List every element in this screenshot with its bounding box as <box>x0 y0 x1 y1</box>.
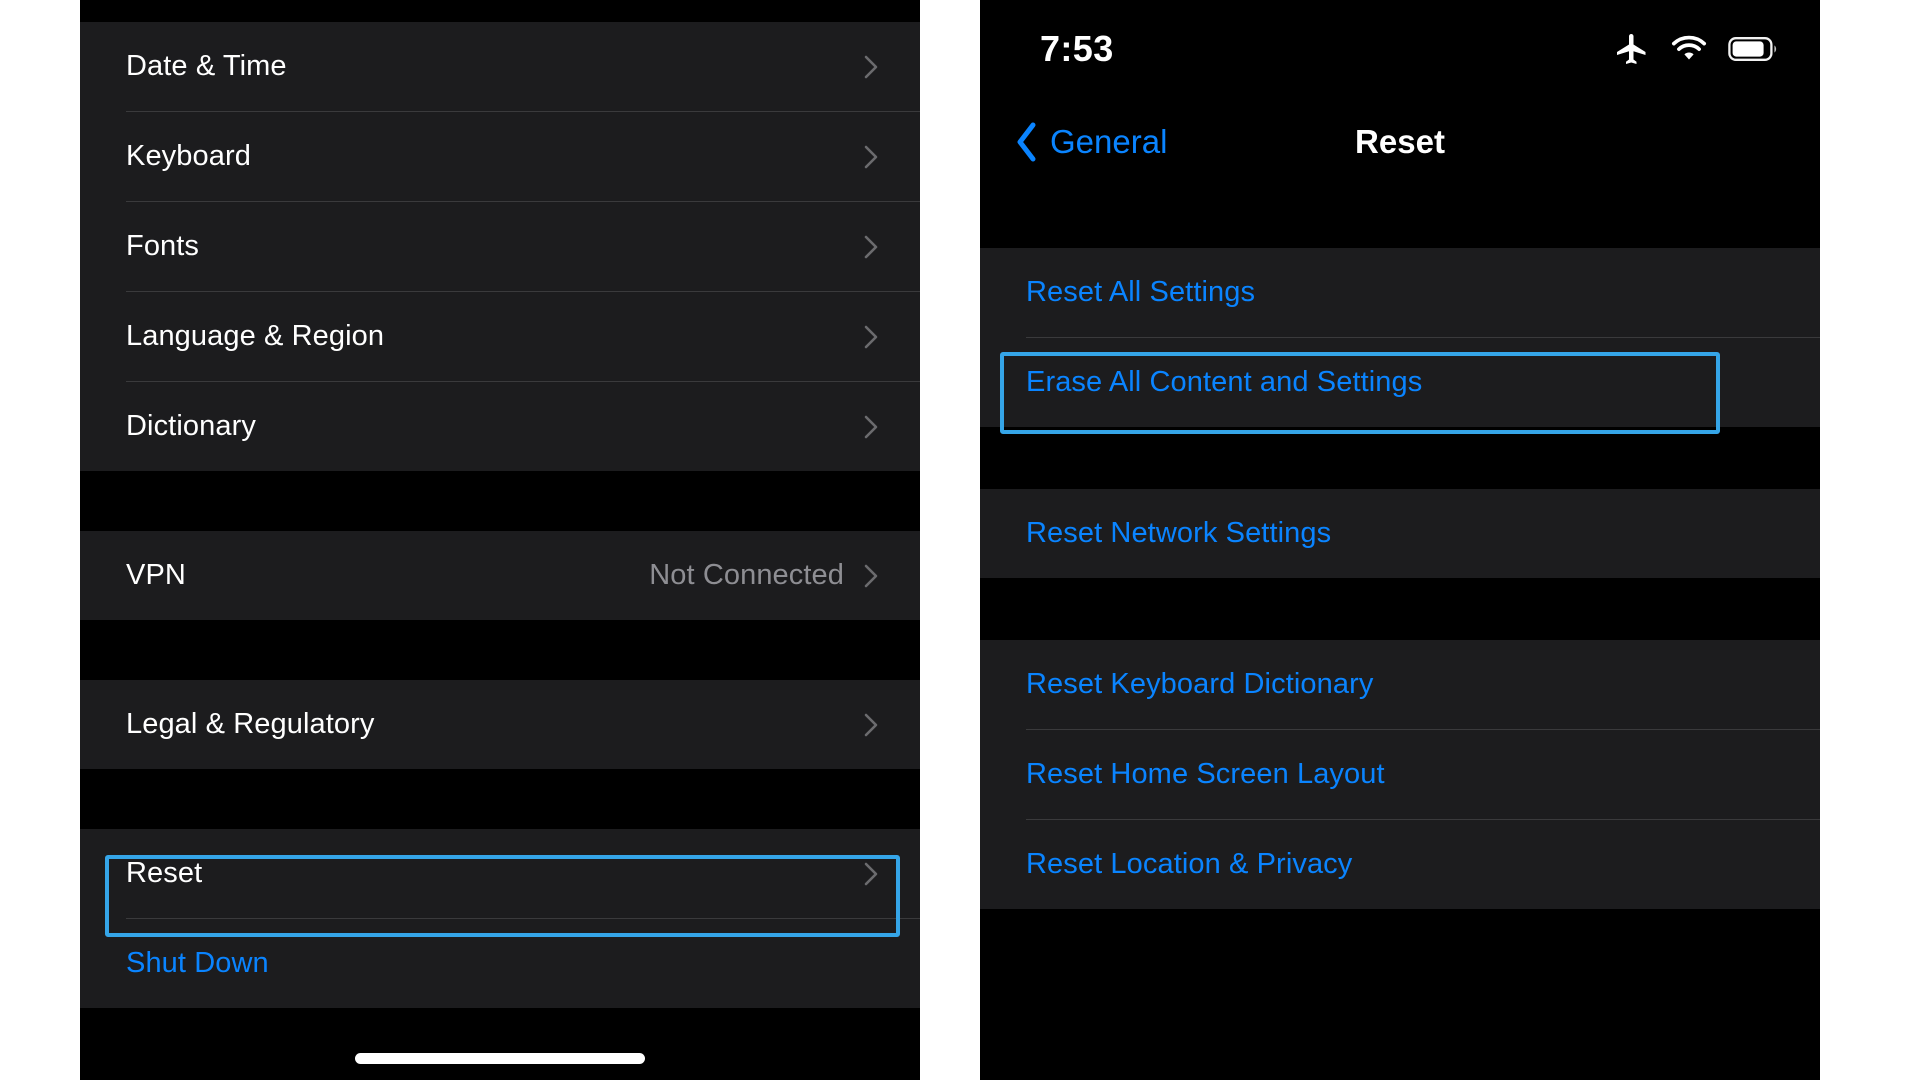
legal-group: Legal & Regulatory <box>80 680 920 769</box>
chevron-right-icon <box>858 234 884 260</box>
chevron-right-icon <box>858 861 884 887</box>
row-label: Dictionary <box>126 410 256 442</box>
row-erase-all-content-and-settings[interactable]: Erase All Content and Settings <box>980 338 1820 427</box>
status-bar-icons <box>1614 31 1780 67</box>
row-shut-down[interactable]: Shut Down <box>80 919 920 1008</box>
row-language-and-region[interactable]: Language & Region <box>80 292 920 381</box>
row-reset-location-and-privacy[interactable]: Reset Location & Privacy <box>980 820 1820 909</box>
group-gap <box>80 769 920 829</box>
row-vpn[interactable]: VPN Not Connected <box>80 531 920 620</box>
nav-bar: General Reset <box>980 98 1820 186</box>
chevron-left-icon <box>1014 121 1050 163</box>
row-label: Reset Keyboard Dictionary <box>1026 668 1374 700</box>
row-label: Fonts <box>126 230 200 262</box>
row-date-and-time[interactable]: Date & Time <box>80 22 920 111</box>
row-label: Date & Time <box>126 50 287 82</box>
battery-icon <box>1728 35 1780 63</box>
back-button-general[interactable]: General <box>1014 121 1167 163</box>
status-bar-clock: 7:53 <box>1040 28 1114 69</box>
group-gap <box>980 578 1820 640</box>
reset-network-group: Reset Network Settings <box>980 489 1820 578</box>
home-indicator-area <box>80 1008 920 1080</box>
group-gap <box>80 620 920 680</box>
row-label: Reset Home Screen Layout <box>1026 758 1385 790</box>
localization-group: Date & Time Keyboard Fonts Language & Re… <box>80 22 920 471</box>
row-label: VPN <box>126 559 186 591</box>
row-legal-and-regulatory[interactable]: Legal & Regulatory <box>80 680 920 769</box>
status-bar: 7:53 <box>980 0 1820 98</box>
screenshot-canvas: Date & Time Keyboard Fonts Language & Re… <box>0 0 1920 1080</box>
row-reset-home-screen-layout[interactable]: Reset Home Screen Layout <box>980 730 1820 819</box>
row-dictionary[interactable]: Dictionary <box>80 382 920 471</box>
chevron-right-icon <box>858 563 884 589</box>
row-reset-all-settings[interactable]: Reset All Settings <box>980 248 1820 337</box>
reset-misc-group: Reset Keyboard Dictionary Reset Home Scr… <box>980 640 1820 909</box>
reset-group: Reset Shut Down <box>80 829 920 1008</box>
row-reset-network-settings[interactable]: Reset Network Settings <box>980 489 1820 578</box>
airplane-mode-icon <box>1614 31 1650 67</box>
left-phone-screenshot: Date & Time Keyboard Fonts Language & Re… <box>80 0 920 1080</box>
row-keyboard[interactable]: Keyboard <box>80 112 920 201</box>
row-label: Shut Down <box>126 947 269 979</box>
row-label: Reset Network Settings <box>1026 517 1332 549</box>
row-fonts[interactable]: Fonts <box>80 202 920 291</box>
chevron-right-icon <box>858 414 884 440</box>
right-phone-screenshot: 7:53 General Reset Reset All Settings Er… <box>980 0 1820 1080</box>
chevron-right-icon <box>858 54 884 80</box>
row-reset[interactable]: Reset <box>80 829 920 918</box>
vpn-group: VPN Not Connected <box>80 531 920 620</box>
reset-primary-group: Reset All Settings Erase All Content and… <box>980 248 1820 427</box>
chevron-right-icon <box>858 144 884 170</box>
chevron-right-icon <box>858 712 884 738</box>
row-label: Keyboard <box>126 140 251 172</box>
row-label: Language & Region <box>126 320 385 352</box>
home-indicator[interactable] <box>355 1053 645 1064</box>
row-reset-keyboard-dictionary[interactable]: Reset Keyboard Dictionary <box>980 640 1820 729</box>
bottom-filler <box>980 909 1820 1080</box>
group-gap <box>980 186 1820 248</box>
back-button-label: General <box>1050 123 1168 160</box>
chevron-right-icon <box>858 324 884 350</box>
group-gap <box>980 427 1820 489</box>
row-label: Reset <box>126 857 203 889</box>
row-label: Reset All Settings <box>1026 276 1256 308</box>
row-label: Legal & Regulatory <box>126 708 375 740</box>
left-top-clip <box>80 0 920 22</box>
row-value: Not Connected <box>649 559 844 591</box>
row-label: Reset Location & Privacy <box>1026 848 1353 880</box>
group-gap <box>80 471 920 531</box>
wifi-icon <box>1670 34 1708 64</box>
row-label: Erase All Content and Settings <box>1026 366 1423 398</box>
